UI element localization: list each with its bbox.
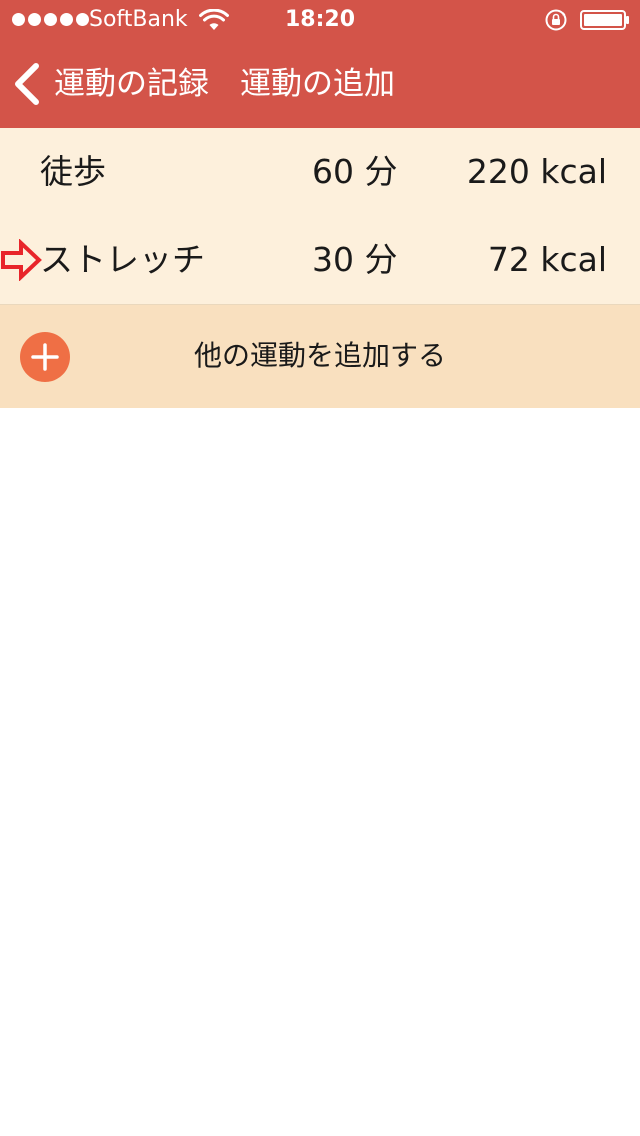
- exercise-list: 徒歩 60 分 220 kcal ストレッチ 30 分 72 kcal: [0, 128, 640, 304]
- chevron-left-icon: [15, 63, 39, 105]
- exercise-name: 徒歩: [40, 152, 106, 191]
- add-exercise-label: 他の運動を追加する: [193, 339, 446, 372]
- exercise-duration: 60 分: [312, 152, 398, 191]
- rotation-lock-icon: [545, 9, 567, 31]
- pointer-arrow-icon: [1, 239, 42, 281]
- status-bar: SoftBank 18:20: [0, 0, 640, 40]
- exercise-name: ストレッチ: [40, 240, 205, 279]
- add-exercise-row[interactable]: 他の運動を追加する: [0, 305, 640, 408]
- exercise-row-walking[interactable]: 徒歩 60 分 220 kcal: [0, 128, 640, 216]
- back-label: 運動の記録: [54, 66, 209, 102]
- navigation-bar: 運動の記録 運動の追加: [0, 40, 640, 128]
- header: SoftBank 18:20 運動の記録 運動の追加: [0, 0, 640, 128]
- exercise-calories: 220 kcal: [466, 152, 607, 191]
- page-title: 運動の追加: [240, 66, 395, 102]
- exercise-duration: 30 分: [312, 240, 398, 279]
- battery-icon: [580, 10, 629, 30]
- back-button[interactable]: 運動の記録: [12, 60, 209, 108]
- app-screen: SoftBank 18:20 運動の記録 運動の追加 徒歩 60 分 220 k…: [0, 0, 640, 1136]
- exercise-calories: 72 kcal: [487, 240, 607, 279]
- exercise-row-stretch[interactable]: ストレッチ 30 分 72 kcal: [0, 216, 640, 304]
